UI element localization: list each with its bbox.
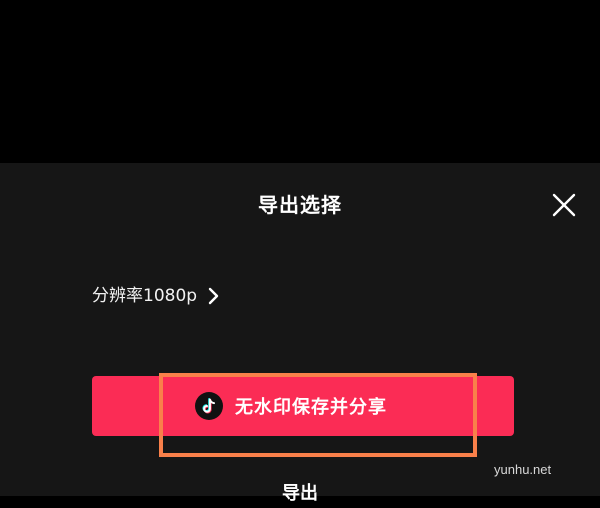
video-preview-area — [0, 0, 600, 163]
resolution-selector[interactable]: 分辨率1080p — [92, 281, 221, 311]
tiktok-logo-icon — [195, 392, 223, 420]
close-icon[interactable] — [548, 189, 580, 221]
chevron-right-icon — [208, 287, 219, 305]
export-options-sheet: 导出选择 分辨率1080p 无水印保存并分享 yunhu.net 导出 — [0, 163, 600, 504]
share-button-label: 无水印保存并分享 — [235, 397, 387, 418]
save-and-share-without-watermark-button[interactable]: 无水印保存并分享 — [92, 376, 514, 436]
export-button[interactable]: 导出 — [0, 480, 600, 508]
share-button-content: 无水印保存并分享 — [195, 376, 387, 436]
resolution-label: 分辨率1080p — [92, 286, 198, 306]
watermark-text: yunhu.net — [494, 462, 552, 477]
sheet-title: 导出选择 — [258, 193, 342, 217]
